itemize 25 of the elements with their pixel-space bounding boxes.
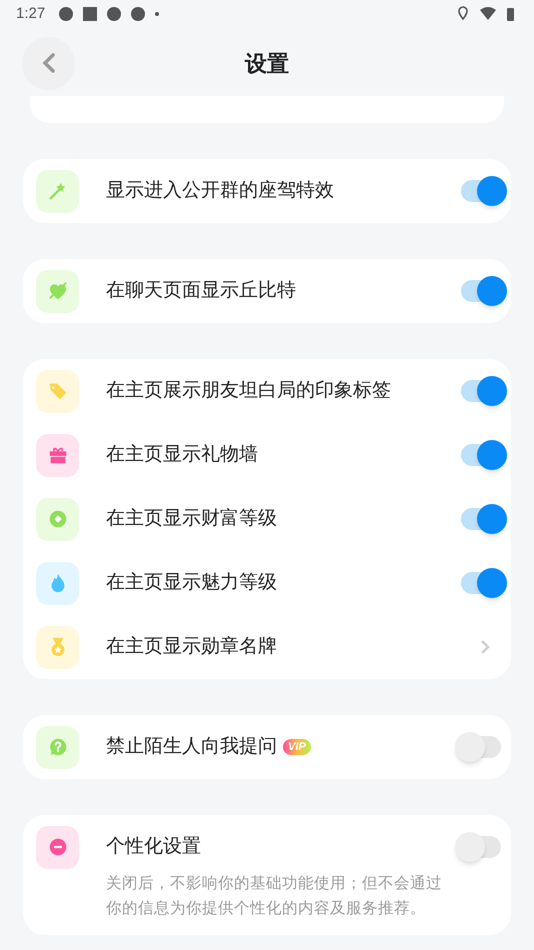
setting-label: 在主页显示勋章名牌 xyxy=(106,634,277,659)
back-icon xyxy=(40,52,56,74)
dot-icon xyxy=(155,12,160,16)
page-title: 设置 xyxy=(245,50,289,78)
question-bubble-icon xyxy=(36,726,79,768)
magic-wand-icon xyxy=(36,170,79,212)
square-icon xyxy=(83,7,98,21)
status-time: 1:27 xyxy=(16,4,46,24)
setting-label: 显示进入公开群的座驾特效 xyxy=(106,178,334,203)
setting-label: 禁止陌生人向我提问 xyxy=(106,734,277,759)
tag-icon xyxy=(36,370,79,412)
setting-label: 在主页显示魅力等级 xyxy=(106,570,277,595)
setting-description: 关闭后，不影响你的基础功能使用；但不会通过你的信息为你提供个性化的内容及服务推荐。 xyxy=(106,874,443,919)
setting-label: 在主页显示财富等级 xyxy=(106,506,277,531)
setting-label: 在聊天页面显示丘比特 xyxy=(106,278,296,303)
gift-icon xyxy=(36,434,79,476)
medal-icon xyxy=(36,626,79,668)
coin-icon xyxy=(36,498,79,540)
flame-icon xyxy=(36,562,79,604)
chevron-right-icon xyxy=(479,638,491,656)
setting-label: 个性化设置 xyxy=(106,834,201,859)
setting-label: 在主页展示朋友坦白局的印象标签 xyxy=(106,378,391,403)
vip-badge: VIP xyxy=(283,739,311,755)
setting-label: 在主页显示礼物墙 xyxy=(106,442,258,467)
heart-arrow-icon xyxy=(36,270,79,312)
